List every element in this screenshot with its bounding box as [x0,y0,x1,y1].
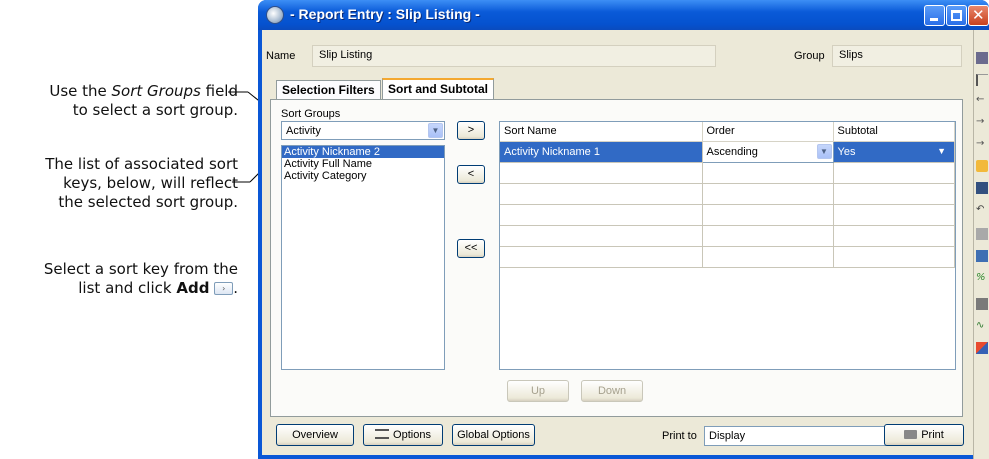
empty-cell[interactable] [500,183,703,205]
empty-cell[interactable] [500,246,703,268]
arrows-icon[interactable] [976,74,988,86]
remove-button[interactable]: < [457,165,485,184]
maximize-button[interactable] [946,5,967,26]
empty-cell[interactable] [702,225,834,247]
sort-keys-grid[interactable]: Sort Name Order Subtotal Activity Nickna… [499,121,956,370]
print-preview-icon[interactable] [976,298,988,310]
list-options-icon [375,429,390,440]
overview-button[interactable]: Overview [276,424,354,446]
empty-cell[interactable] [833,183,955,205]
up-button[interactable]: Up [507,380,569,402]
empty-cell[interactable] [833,225,955,247]
add-icon[interactable] [976,160,988,172]
list-item[interactable]: Activity Full Name [282,158,444,170]
network-icon[interactable] [976,250,988,262]
undo-icon[interactable]: ↶ [976,204,988,216]
sort-keys-list[interactable]: Activity Nickname 2 Activity Full Name A… [281,145,445,370]
table-row[interactable] [500,162,955,184]
add-button[interactable]: > [457,121,485,140]
side-toolbar: ← → → ↶ % ∿ [973,30,989,459]
arrow-right-icon[interactable]: → [976,138,988,150]
report-icon[interactable] [976,52,988,64]
empty-cell[interactable] [500,162,703,184]
order-value: Ascending [706,145,758,158]
close-button[interactable]: ✕ [968,5,989,26]
link-icon[interactable]: ∿ [976,320,988,332]
print-to-select[interactable]: Display ▼ [704,426,914,446]
empty-cell[interactable] [833,162,955,184]
order-select[interactable]: Ascending ▼ [701,140,834,163]
sort-grid-table: Sort Name Order Subtotal Activity Nickna… [500,122,955,268]
sort-groups-selected-value: Activity [286,125,321,137]
app-icon [266,6,284,24]
table-row[interactable] [500,183,955,205]
down-button[interactable]: Down [581,380,643,402]
empty-cell[interactable] [702,162,834,184]
empty-cell[interactable] [500,225,703,247]
title-bar[interactable]: - Report Entry : Slip Listing - ✕ [258,0,989,30]
subtotal-value: Yes [837,145,856,158]
subtotal-cell[interactable]: Yes ▼ [833,141,955,163]
empty-cell[interactable] [500,204,703,226]
global-options-button[interactable]: Global Options [452,424,535,446]
caret-down-icon[interactable]: ▼ [937,146,946,156]
options-label: Options [393,429,431,441]
printer-icon [904,429,918,439]
list-item[interactable]: Activity Nickname 2 [282,146,444,158]
column-header-sort-name[interactable]: Sort Name [500,122,703,142]
chevron-down-icon[interactable]: ▼ [816,143,832,159]
minimize-button[interactable] [924,5,945,26]
print-button[interactable]: Print [884,424,964,446]
name-label: Name [266,50,296,62]
sort-name-cell[interactable]: Activity Nickname 1 [500,141,703,163]
chevron-down-icon[interactable]: ▼ [428,123,443,138]
arrow-left-icon[interactable]: ← [976,94,988,106]
arrow-right-icon[interactable]: → [976,116,988,128]
print-to-value: Display [709,430,746,442]
empty-cell[interactable] [833,204,955,226]
sort-groups-select[interactable]: Activity ▼ [281,121,445,140]
tab-sort-and-subtotal[interactable]: Sort and Subtotal [382,78,494,100]
percent-icon[interactable]: % [976,272,988,284]
empty-cell[interactable] [702,246,834,268]
empty-cell[interactable] [833,246,955,268]
table-row[interactable] [500,204,955,226]
remove-all-button[interactable]: << [457,239,485,258]
window-client-area: Name Slip Listing Group Slips Selection … [262,30,973,455]
annotation-pointer-lines [228,91,274,183]
sort-subtotal-panel: Sort Groups Activity ▼ Activity Nickname… [270,99,963,417]
group-field[interactable]: Slips [832,45,962,67]
save-icon[interactable] [976,182,988,194]
list-item[interactable]: Activity Category [282,170,444,182]
empty-cell[interactable] [702,204,834,226]
name-field[interactable]: Slip Listing [312,45,716,67]
sort-groups-label: Sort Groups [281,108,341,120]
options-button[interactable]: Options [363,424,443,446]
table-row[interactable] [500,225,955,247]
column-header-subtotal[interactable]: Subtotal [833,122,955,142]
report-entry-window: - Report Entry : Slip Listing - ✕ Name S… [258,0,989,459]
column-header-order[interactable]: Order [702,122,834,142]
tab-selection-filters[interactable]: Selection Filters [276,80,381,100]
chart-icon[interactable] [976,342,988,354]
table-row[interactable] [500,246,955,268]
home-icon[interactable] [976,228,988,240]
print-label: Print [921,429,944,441]
empty-cell[interactable] [702,183,834,205]
table-row[interactable]: Activity Nickname 1 Ascending ▼ Yes ▼ [500,140,955,163]
print-to-label: Print to [662,430,697,442]
group-label: Group [794,50,825,62]
window-title: - Report Entry : Slip Listing - [290,6,480,22]
